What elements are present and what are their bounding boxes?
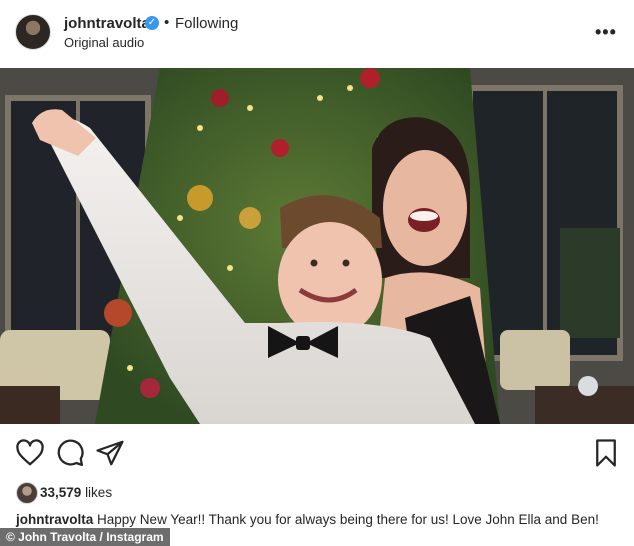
heart-icon[interactable] — [15, 438, 45, 468]
likes-label: likes — [85, 485, 113, 500]
post-photo[interactable] — [0, 68, 634, 424]
share-icon[interactable] — [95, 438, 125, 468]
original-audio-link[interactable]: Original audio — [64, 35, 144, 50]
post-actions — [0, 438, 634, 472]
more-options-icon[interactable]: ••• — [595, 22, 617, 43]
post-header: johntravolta ✓ • Following Original audi… — [0, 0, 634, 66]
bookmark-icon[interactable] — [591, 438, 621, 468]
profile-avatar[interactable] — [15, 14, 51, 50]
caption-text: Happy New Year!! Thank you for always be… — [97, 512, 599, 527]
caption-username[interactable]: johntravolta — [16, 512, 93, 527]
liker-avatar[interactable] — [16, 482, 38, 504]
likes-number: 33,579 — [40, 485, 82, 500]
comment-icon[interactable] — [55, 438, 85, 468]
verified-badge-icon: ✓ — [145, 16, 159, 30]
following-button[interactable]: Following — [175, 15, 238, 32]
photo-scene — [0, 68, 634, 424]
username-link[interactable]: johntravolta — [64, 15, 150, 32]
likes-count[interactable]: 33,579 likes — [40, 485, 112, 500]
photo-credit: © John Travolta / Instagram — [0, 528, 170, 546]
separator-dot: • — [164, 14, 170, 31]
caption: johntravolta Happy New Year!! Thank you … — [16, 512, 599, 527]
